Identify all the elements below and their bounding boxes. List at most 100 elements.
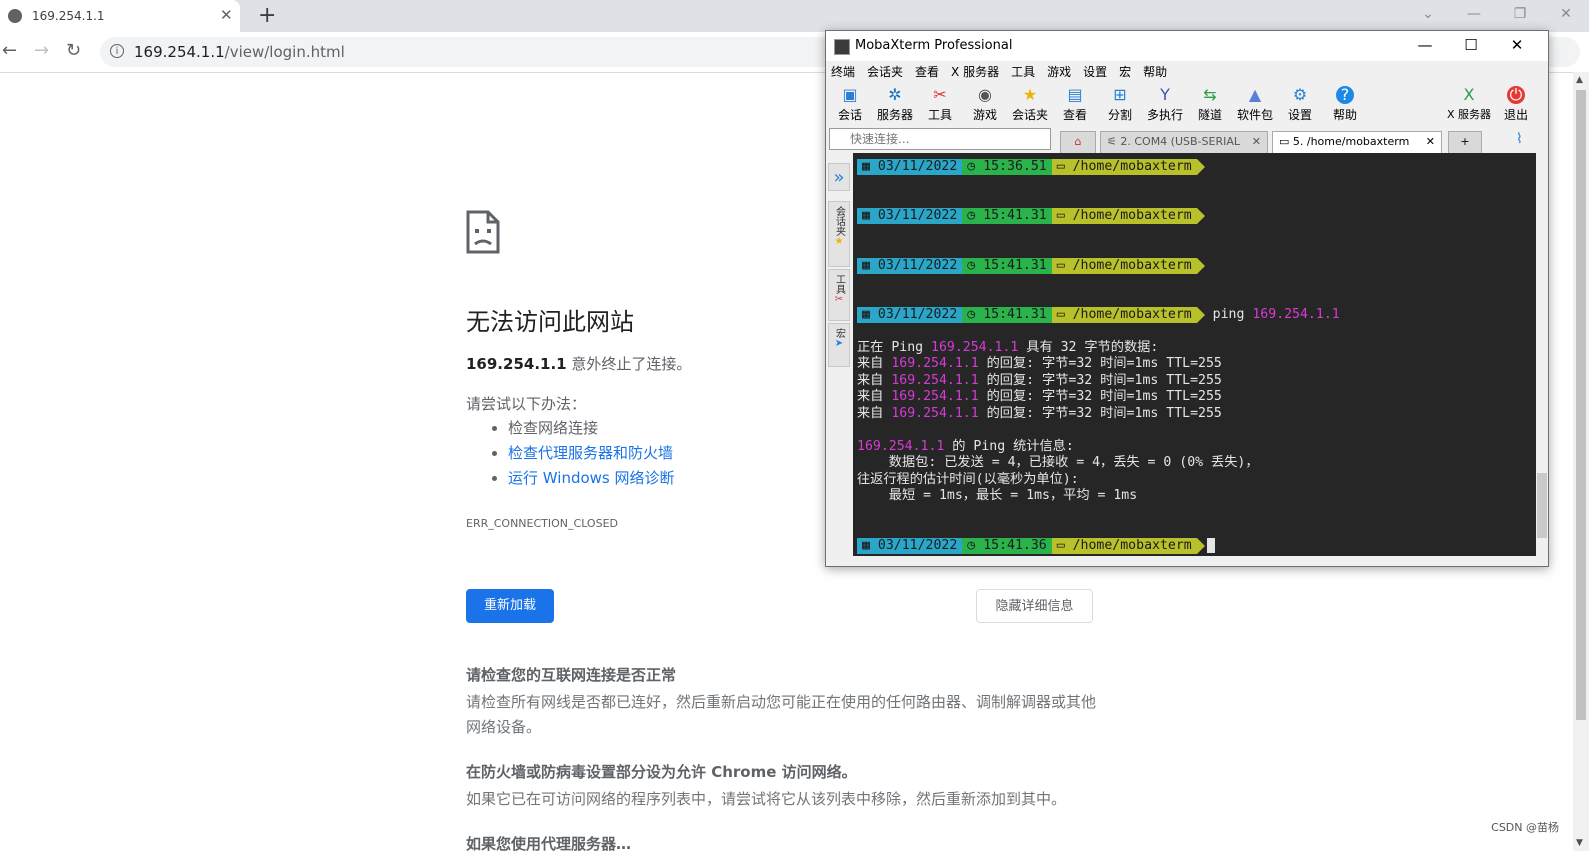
reload-button[interactable]: 重新加载: [466, 589, 554, 623]
menu-terminal[interactable]: 终端: [826, 61, 862, 83]
globe-icon: [8, 9, 22, 23]
tool-view[interactable]: ▤ 查看: [1053, 83, 1097, 127]
side-tab-macros[interactable]: 宏 ➤: [828, 323, 850, 367]
mobaxterm-logo-icon: [834, 39, 850, 55]
moba-maximize-button[interactable]: ☐: [1448, 31, 1494, 61]
menu-games[interactable]: 游戏: [1042, 61, 1078, 83]
url-text[interactable]: 169.254.1.1/view/login.html: [134, 43, 345, 61]
suggestion-link-diagnostics[interactable]: 运行 Windows 网络诊断: [508, 469, 675, 487]
tool-settings[interactable]: ⚙ 设置: [1278, 83, 1322, 127]
suggestion-item[interactable]: 运行 Windows 网络诊断: [508, 466, 675, 491]
tool-tools[interactable]: ✂ 工具: [918, 83, 962, 127]
tool-games[interactable]: ◉ 游戏: [963, 83, 1007, 127]
prompt-line: ▦ 03/11/2022 ◷ 15:41.31 ▭ /home/mobaxterm: [857, 258, 1205, 274]
tool-xserver[interactable]: XX 服务器: [1447, 83, 1491, 127]
tab-terminal[interactable]: ▭ 5. /home/mobaxterm ✕: [1272, 131, 1442, 153]
menu-tools[interactable]: 工具: [1006, 61, 1042, 83]
tab-search-icon[interactable]: ⌄: [1405, 0, 1451, 32]
terminal[interactable]: ▦ 03/11/2022 ◷ 15:36.51 ▭ /home/mobaxterm …: [853, 153, 1536, 556]
new-tab-button[interactable]: +: [258, 3, 276, 28]
browser-tab[interactable]: 169.254.1.1 ✕: [0, 0, 240, 32]
back-arrow-icon[interactable]: ←: [2, 40, 17, 61]
prompt-line: ▦ 03/11/2022 ◷ 15:41.31 ▭ /home/mobaxterm …: [857, 307, 1340, 323]
star-icon: ★: [1022, 85, 1038, 104]
expand-sidebar-icon[interactable]: »: [828, 163, 850, 191]
page-scrollbar[interactable]: ▲ ▼: [1573, 72, 1589, 851]
suggestion-link-proxy[interactable]: 检查代理服务器和防火墙: [508, 444, 673, 462]
prompt-dir: ▭ /home/mobaxterm: [1051, 208, 1197, 224]
moba-close-button[interactable]: ✕: [1494, 31, 1540, 61]
scroll-thumb[interactable]: [1576, 90, 1586, 720]
mobaxterm-toolbar: ▣ 会话 ✲ 服务器 ✂ 工具 ◉ 游戏 ★ 会话夹 ▤ 查看 ⊞ 分割 Y 多执行 ⇆ 隧道 ▲…: [826, 83, 1548, 127]
info-icon[interactable]: i: [110, 44, 124, 58]
try-title: 请尝试以下办法：: [466, 395, 587, 413]
stats-rtt-line: 最短 = 1ms，最长 = 1ms，平均 = 1ms: [857, 488, 1138, 503]
tools-icon: ✂: [933, 85, 947, 104]
home-icon: ⌂: [1074, 135, 1082, 148]
tab-com4-label: 2. COM4 (USB-SERIAL: [1120, 135, 1240, 148]
tool-session[interactable]: ▣ 会话: [828, 83, 872, 127]
scroll-down-icon[interactable]: ▼: [1576, 838, 1583, 848]
side-tab-sessions[interactable]: 会话夹 ★: [828, 201, 850, 267]
section-body: 请检查所有网线是否都已连好，然后重新启动您可能正在使用的任何路由器、调制解调器或…: [466, 693, 1097, 736]
suggestion-item: 检查网络连接: [508, 416, 675, 441]
tool-help[interactable]: ? 帮助: [1323, 83, 1367, 127]
error-title: 无法访问此网站: [466, 308, 634, 336]
forward-arrow-icon[interactable]: →: [34, 40, 49, 61]
close-window-button[interactable]: ✕: [1543, 0, 1589, 32]
menu-help[interactable]: 帮助: [1138, 61, 1174, 83]
text-cursor: [1206, 538, 1215, 553]
prompt-date: ▦ 03/11/2022: [857, 258, 963, 274]
home-tab[interactable]: ⌂: [1060, 131, 1096, 153]
gamepad-icon: ◉: [978, 85, 992, 104]
hide-details-button[interactable]: 隐藏详细信息: [976, 589, 1093, 623]
prompt-line: ▦ 03/11/2022 ◷ 15:36.51 ▭ /home/mobaxterm: [857, 159, 1205, 175]
mobaxterm-title: MobaXterm Professional: [855, 38, 1013, 53]
stats-packets-line: 数据包: 已发送 = 4，已接收 = 4，丢失 = 0 (0% 丢失)，: [857, 455, 1259, 470]
moba-minimize-button[interactable]: —: [1402, 31, 1448, 61]
prompt-time: ◷ 15:41.31: [962, 307, 1052, 323]
restore-button[interactable]: ❐: [1497, 0, 1543, 32]
attach-icon[interactable]: ⌇: [1516, 131, 1523, 147]
quick-connect-input[interactable]: 快速连接...: [829, 128, 1051, 150]
menu-macros[interactable]: 宏: [1114, 61, 1138, 83]
menu-view[interactable]: 查看: [910, 61, 946, 83]
tool-tunnel[interactable]: ⇆ 隧道: [1188, 83, 1232, 127]
terminal-scrollbar[interactable]: [1536, 153, 1548, 556]
multiexec-icon: Y: [1160, 85, 1170, 104]
tool-sessions[interactable]: ★ 会话夹: [1008, 83, 1052, 127]
terminal-scroll-thumb[interactable]: [1537, 473, 1547, 538]
reply-line: 来自 169.254.1.1 的回复: 字节=32 时间=1ms TTL=255: [857, 389, 1222, 404]
close-tab-icon[interactable]: ✕: [220, 6, 233, 24]
menu-settings[interactable]: 设置: [1078, 61, 1114, 83]
prompt-date: ▦ 03/11/2022: [857, 307, 963, 323]
suggestion-item[interactable]: 检查代理服务器和防火墙: [508, 441, 675, 466]
reply-line: 来自 169.254.1.1 的回复: 字节=32 时间=1ms TTL=255: [857, 356, 1222, 371]
prompt-dir: ▭ /home/mobaxterm: [1051, 538, 1197, 554]
prompt-time: ◷ 15:41.36: [962, 538, 1052, 554]
reload-icon[interactable]: ↻: [66, 40, 81, 61]
servers-icon: ✲: [888, 85, 902, 104]
side-tab-tools[interactable]: 工具 ✂: [828, 269, 850, 321]
menu-xserver[interactable]: X 服务器: [946, 61, 1006, 83]
menu-sessions[interactable]: 会话夹: [862, 61, 910, 83]
tool-exit[interactable]: ⏻ 退出: [1494, 83, 1538, 127]
tool-packages[interactable]: ▲ 软件包: [1233, 83, 1277, 127]
section-body: 如果它已在可访问网络的程序列表中，请尝试将它从该列表中移除，然后重新添加到其中。: [466, 790, 1067, 808]
mobaxterm-tabbar: ⌂ ⚟ 2. COM4 (USB-SERIAL ✕ ▭ 5. /home/moba…: [1056, 129, 1548, 153]
mobaxterm-sidebar: » 会话夹 ★ 工具 ✂ 宏 ➤: [826, 153, 852, 563]
tools-icon: ✂: [834, 294, 844, 305]
tab-close-icon[interactable]: ✕: [1252, 132, 1261, 152]
tool-split[interactable]: ⊞ 分割: [1098, 83, 1142, 127]
prompt-date: ▦ 03/11/2022: [857, 538, 963, 554]
tab-com4[interactable]: ⚟ 2. COM4 (USB-SERIAL ✕: [1100, 131, 1268, 153]
error-code: ERR_CONNECTION_CLOSED: [466, 517, 618, 530]
scroll-up-icon[interactable]: ▲: [1576, 75, 1583, 85]
tool-multiexec[interactable]: Y 多执行: [1143, 83, 1187, 127]
minimize-button[interactable]: —: [1451, 0, 1497, 32]
new-tab-button[interactable]: +: [1448, 131, 1482, 153]
tab-close-icon[interactable]: ✕: [1426, 132, 1435, 152]
stats-title-line: 169.254.1.1 的 Ping 统计信息:: [857, 439, 1074, 454]
prompt-date: ▦ 03/11/2022: [857, 159, 963, 175]
tool-servers[interactable]: ✲ 服务器: [873, 83, 917, 127]
